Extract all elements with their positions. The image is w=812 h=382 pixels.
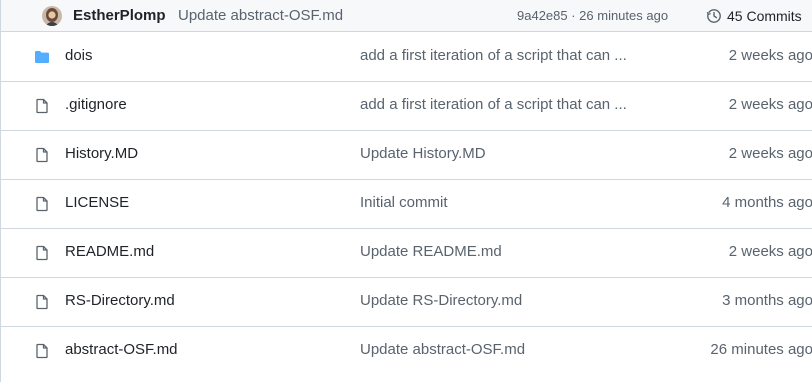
- commit-author-link[interactable]: EstherPlomp: [73, 7, 166, 24]
- file-name-link[interactable]: LICENSE: [65, 194, 129, 211]
- file-row[interactable]: README.md Update README.md 2 weeks ago: [1, 229, 812, 278]
- file-row[interactable]: abstract-OSF.md Update abstract-OSF.md 26 …: [1, 327, 812, 376]
- file-commit-age: 2 weeks ago: [728, 96, 812, 113]
- file-commit-message-link[interactable]: Update RS-Directory.md: [360, 292, 522, 309]
- file-commit-message-link[interactable]: Update README.md: [360, 243, 502, 260]
- file-row[interactable]: History.MD Update History.MD 2 weeks ago: [1, 131, 812, 180]
- file-browser: EstherPlomp Update abstract-OSF.md 9a42e…: [0, 0, 812, 382]
- latest-commit-bar: EstherPlomp Update abstract-OSF.md 9a42e…: [1, 0, 812, 32]
- file-commit-message-link[interactable]: Initial commit: [360, 194, 448, 211]
- file-row[interactable]: LICENSE Initial commit 4 months ago: [1, 180, 812, 229]
- file-row[interactable]: RS-Directory.md Update RS-Directory.md 3 m…: [1, 278, 812, 327]
- folder-icon: [34, 49, 50, 65]
- file-name-link[interactable]: .gitignore: [65, 96, 127, 113]
- author-avatar[interactable]: [42, 6, 62, 26]
- file-icon: [34, 294, 50, 310]
- history-clock-icon: [706, 9, 721, 23]
- file-icon: [34, 245, 50, 261]
- file-commit-age: 2 weeks ago: [728, 243, 812, 260]
- file-commit-age: 26 minutes ago: [710, 341, 812, 358]
- file-commit-message-link[interactable]: Update abstract-OSF.md: [360, 341, 525, 358]
- file-list: dois add a first iteration of a script th…: [1, 33, 812, 376]
- commits-history-button[interactable]: 45 Commits: [706, 5, 802, 27]
- file-icon: [34, 196, 50, 212]
- file-row[interactable]: dois add a first iteration of a script th…: [1, 33, 812, 82]
- file-commit-age: 3 months ago: [722, 292, 812, 309]
- file-name-link[interactable]: RS-Directory.md: [65, 292, 175, 309]
- latest-commit-message[interactable]: Update abstract-OSF.md: [178, 7, 343, 24]
- file-name-link[interactable]: History.MD: [65, 145, 138, 162]
- file-row[interactable]: .gitignore add a first iteration of a scr…: [1, 82, 812, 131]
- file-commit-age: 4 months ago: [722, 194, 812, 211]
- file-name-link[interactable]: README.md: [65, 243, 154, 260]
- commits-count: 45 Commits: [727, 8, 802, 24]
- commit-hash-time[interactable]: 9a42e85 · 26 minutes ago: [517, 8, 668, 23]
- file-icon: [34, 147, 50, 163]
- file-commit-age: 2 weeks ago: [728, 145, 812, 162]
- file-name-link[interactable]: abstract-OSF.md: [65, 341, 178, 358]
- file-commit-age: 2 weeks ago: [728, 47, 812, 64]
- file-icon: [34, 98, 50, 114]
- file-commit-message-link[interactable]: add a first iteration of a script that c…: [360, 96, 627, 113]
- file-name-link[interactable]: dois: [65, 47, 93, 64]
- file-icon: [34, 343, 50, 359]
- file-commit-message-link[interactable]: add a first iteration of a script that c…: [360, 47, 627, 64]
- file-commit-message-link[interactable]: Update History.MD: [360, 145, 486, 162]
